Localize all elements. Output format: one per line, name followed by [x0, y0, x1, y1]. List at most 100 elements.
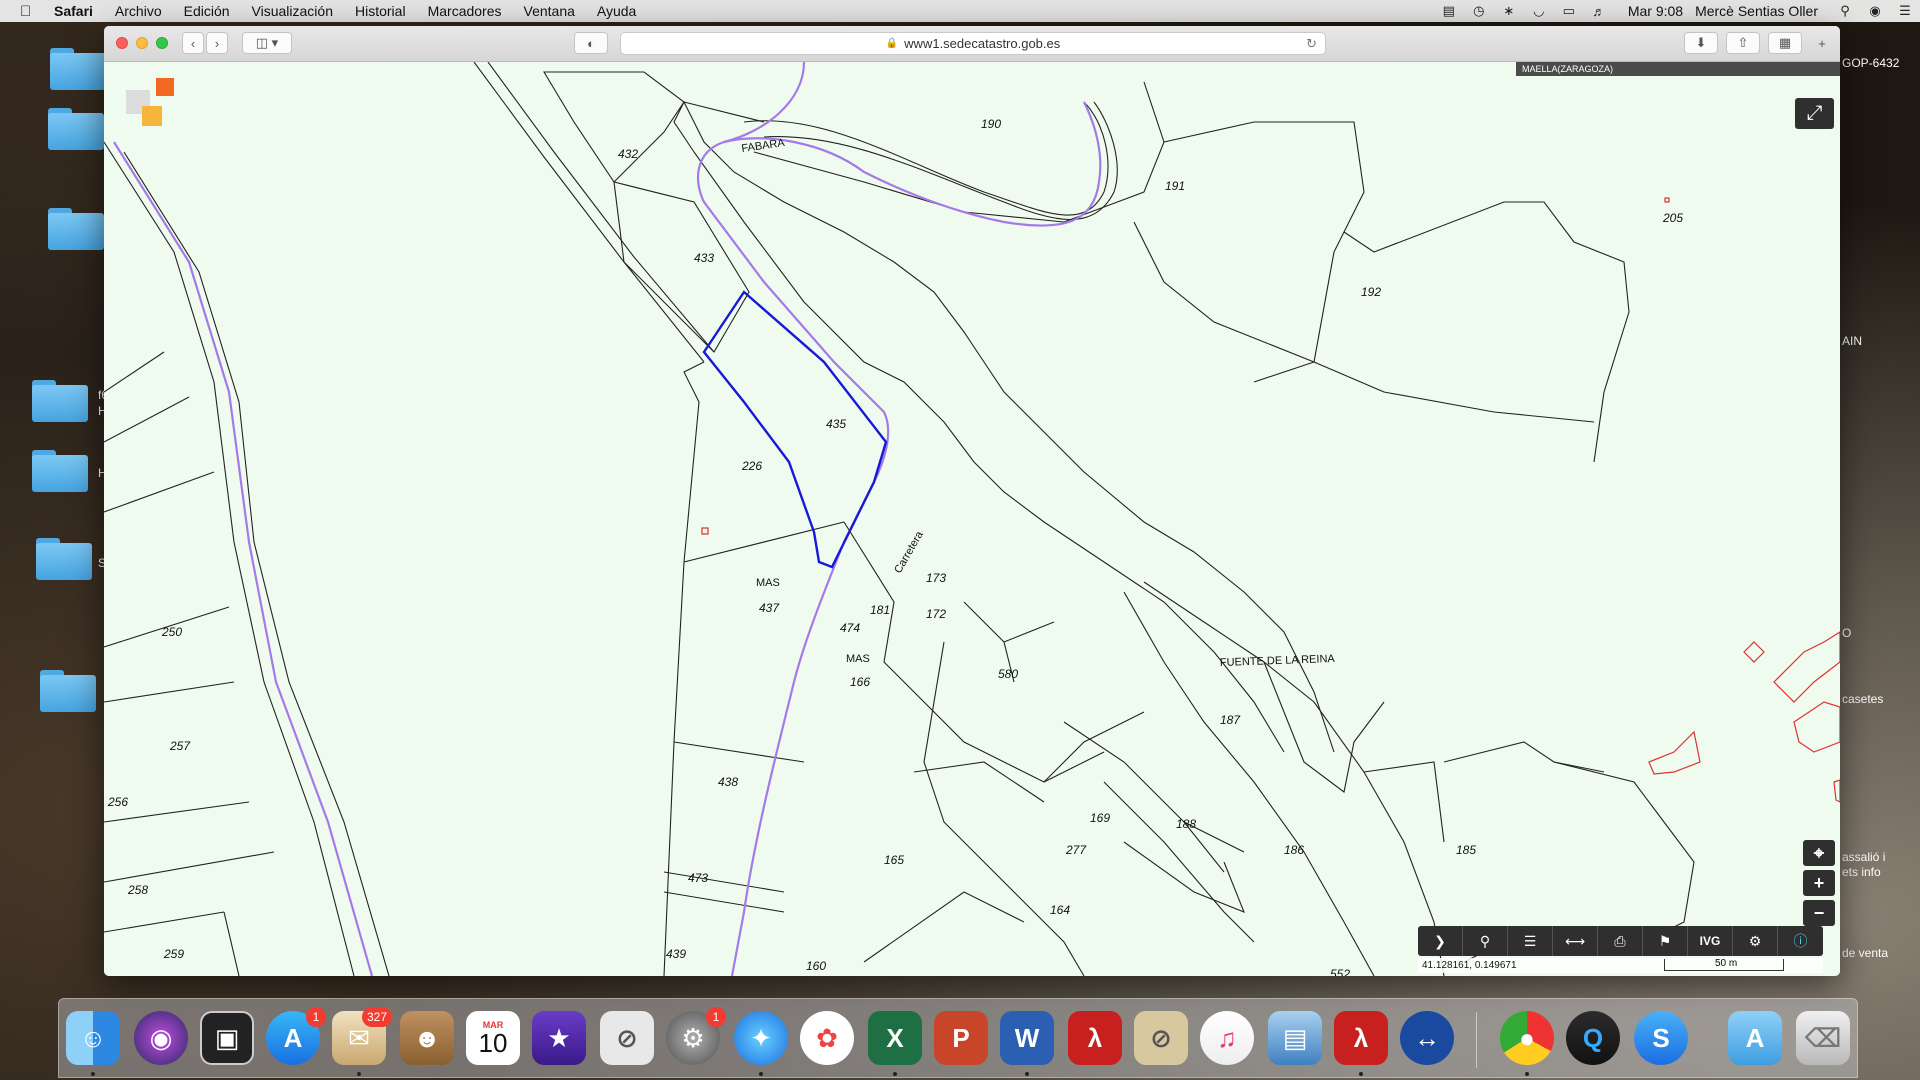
menu-edicion[interactable]: Edición: [184, 3, 230, 19]
acrobat-icon[interactable]: λ: [1068, 1011, 1122, 1065]
disabled-app-icon[interactable]: ⊘: [600, 1011, 654, 1065]
fullscreen-map-button[interactable]: ⤢: [1795, 98, 1834, 129]
app-store-badge: 1: [306, 1007, 326, 1027]
desktop-folder[interactable]: [36, 538, 92, 580]
parcel-label: 192: [1361, 285, 1381, 299]
menu-app-safari[interactable]: Safari: [54, 3, 93, 19]
place-label-mas: MAS: [756, 577, 780, 589]
applications-folder-icon[interactable]: A: [1728, 1011, 1782, 1065]
word-icon[interactable]: W: [1000, 1011, 1054, 1065]
menu-ventana[interactable]: Ventana: [524, 3, 575, 19]
preview-icon[interactable]: ▤: [1268, 1011, 1322, 1065]
contacts-icon[interactable]: ☻: [400, 1011, 454, 1065]
parcel-label: 432: [618, 147, 638, 161]
safari-window: ‹ › ◫ ▾ ◐ 🔒 www1.sedecatastro.gob.es ↻ ⬇…: [104, 26, 1840, 976]
forward-button[interactable]: ›: [206, 32, 228, 54]
apple-menu-icon[interactable]: : [20, 3, 38, 20]
downloads-button[interactable]: ⬇: [1684, 32, 1718, 54]
parcel-label: 474: [840, 621, 860, 635]
excel-icon[interactable]: X: [868, 1011, 922, 1065]
calendar-icon[interactable]: MAR 10: [466, 1011, 520, 1065]
desktop-folder[interactable]: [48, 108, 104, 150]
dock-separator: [1476, 1012, 1477, 1068]
wifi-icon[interactable]: ◡: [1531, 3, 1547, 18]
battery-icon[interactable]: ▭: [1561, 3, 1577, 18]
selected-parcel-435[interactable]: [702, 290, 888, 569]
download-icon: ⬇: [1695, 35, 1707, 50]
menubar-clock[interactable]: Mar 9:08: [1628, 3, 1683, 19]
new-tab-button[interactable]: +: [1810, 32, 1834, 54]
map-tool-ivg-button[interactable]: IVG: [1688, 926, 1733, 956]
spotlight-icon[interactable]: ⚲: [1837, 3, 1853, 18]
running-indicator: [759, 1072, 763, 1076]
map-canvas[interactable]: 432 433 190 191 192 205 435 226 437 173 …: [104, 62, 1840, 976]
itunes-icon[interactable]: ♫: [1200, 1011, 1254, 1065]
imovie-icon[interactable]: ★: [532, 1011, 586, 1065]
map-tool-print-button[interactable]: ⎙: [1598, 926, 1643, 956]
menu-archivo[interactable]: Archivo: [115, 3, 162, 19]
window-minimize-button[interactable]: [136, 37, 148, 49]
screen-mirror-icon[interactable]: ▤: [1441, 3, 1457, 18]
building-outlines: [701, 197, 1840, 803]
map-tool-measure-button[interactable]: ⟷: [1553, 926, 1598, 956]
menubar-user[interactable]: Mercè Sentias Oller: [1695, 3, 1818, 19]
trash-icon[interactable]: ⌫: [1796, 1011, 1850, 1065]
parcel-label: 438: [718, 775, 738, 789]
plus-icon: +: [1818, 35, 1826, 51]
map-tool-layers-button[interactable]: ☰: [1508, 926, 1553, 956]
photo-booth-icon[interactable]: ▣: [200, 1011, 254, 1065]
desktop-label: de venta: [1842, 946, 1889, 960]
skype-icon[interactable]: S: [1634, 1011, 1688, 1065]
volume-icon[interactable]: ♬: [1591, 4, 1607, 19]
menu-ayuda[interactable]: Ayuda: [597, 3, 636, 19]
map-tool-info-button[interactable]: ⓘ: [1778, 926, 1823, 956]
locate-button[interactable]: ⌖: [1803, 840, 1835, 866]
sidebar-toggle-button[interactable]: ◫ ▾: [242, 32, 292, 54]
bluetooth-icon[interactable]: ∗: [1501, 3, 1517, 18]
reload-icon[interactable]: ↻: [1306, 36, 1317, 52]
running-indicator: [893, 1072, 897, 1076]
map-tool-search-button[interactable]: ⚲: [1463, 926, 1508, 956]
scale-bar: 50 m: [1664, 958, 1784, 971]
window-zoom-button[interactable]: [156, 37, 168, 49]
desktop-folder[interactable]: [32, 450, 88, 492]
siri-icon[interactable]: ◉: [1867, 3, 1883, 18]
zoom-in-button[interactable]: +: [1803, 870, 1835, 896]
crosshair-icon: ⌖: [1813, 842, 1825, 863]
desktop-folder[interactable]: [48, 208, 104, 250]
back-button[interactable]: ‹: [182, 32, 204, 54]
menu-visualizacion[interactable]: Visualización: [252, 3, 333, 19]
map-tool-share-button[interactable]: ⚙: [1733, 926, 1778, 956]
desktop-folder[interactable]: [50, 48, 106, 90]
share-button[interactable]: ⇧: [1726, 32, 1760, 54]
acrobat-reader-icon[interactable]: λ: [1334, 1011, 1388, 1065]
system-preferences-badge: 1: [706, 1007, 726, 1027]
layers-icon: ☰: [1523, 932, 1537, 949]
chrome-icon[interactable]: ●: [1500, 1011, 1554, 1065]
siri-app-icon[interactable]: ◉: [134, 1011, 188, 1065]
disabled-app-2-icon[interactable]: ⊘: [1134, 1011, 1188, 1065]
desktop-folder[interactable]: [32, 380, 88, 422]
photos-icon[interactable]: ✿: [800, 1011, 854, 1065]
menu-marcadores[interactable]: Marcadores: [428, 3, 502, 19]
privacy-report-button[interactable]: ◐: [574, 32, 608, 54]
zoom-out-button[interactable]: −: [1803, 900, 1835, 926]
parcel-label: 259: [163, 947, 184, 961]
safari-icon[interactable]: ✦: [734, 1011, 788, 1065]
desktop-folder[interactable]: [40, 670, 96, 712]
address-bar[interactable]: 🔒 www1.sedecatastro.gob.es ↻: [620, 32, 1326, 55]
map-tool-next-button[interactable]: ❯: [1418, 926, 1463, 956]
notification-center-icon[interactable]: ☰: [1897, 3, 1913, 18]
menu-historial[interactable]: Historial: [355, 3, 406, 19]
time-machine-icon[interactable]: ◷: [1471, 3, 1487, 18]
finder-icon[interactable]: ☺: [66, 1011, 120, 1065]
quicktime-icon[interactable]: Q: [1566, 1011, 1620, 1065]
tab-overview-button[interactable]: ▦: [1768, 32, 1802, 54]
parcel-label: 552: [1330, 967, 1350, 976]
cadastral-map[interactable]: 432 433 190 191 192 205 435 226 437 173 …: [104, 62, 1840, 976]
road-centerlines: [113, 62, 1102, 976]
map-tool-pin-button[interactable]: ⚑: [1643, 926, 1688, 956]
teamviewer-icon[interactable]: ↔: [1400, 1011, 1454, 1065]
powerpoint-icon[interactable]: P: [934, 1011, 988, 1065]
window-close-button[interactable]: [116, 37, 128, 49]
